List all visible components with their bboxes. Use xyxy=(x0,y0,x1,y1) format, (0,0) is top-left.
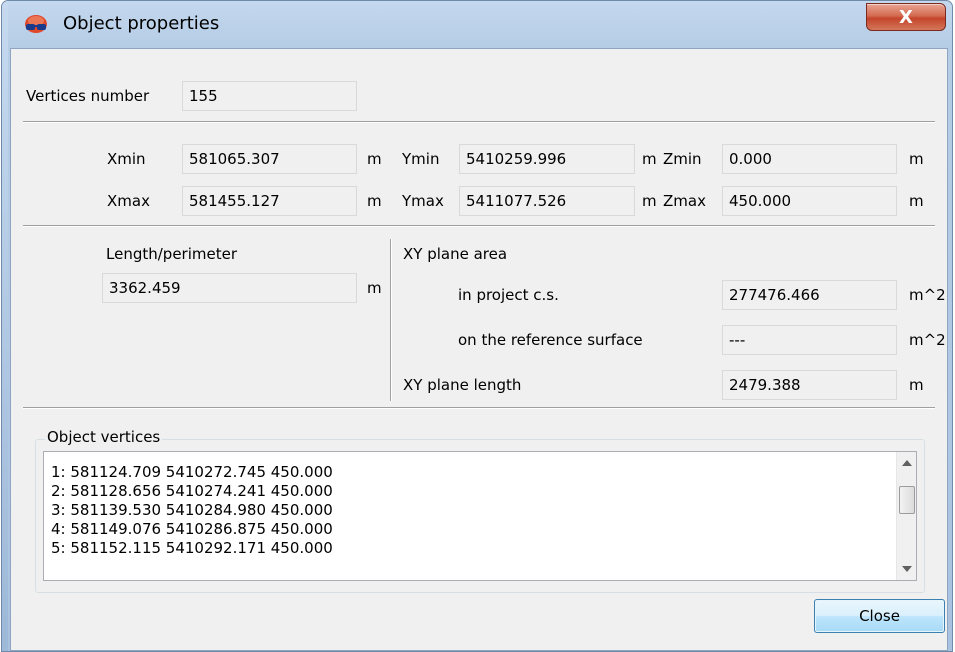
zmin-label: Zmin xyxy=(663,150,702,168)
dialog-content: Vertices number 155 Xmin 581065.307 m Ym… xyxy=(10,48,948,651)
xmin-label: Xmin xyxy=(107,150,146,168)
list-item[interactable]: 5: 581152.115 5410292.171 450.000 xyxy=(51,539,333,557)
vertices-number-label: Vertices number xyxy=(26,87,150,105)
window-title: Object properties xyxy=(63,13,220,34)
xy-plane-area-label: XY plane area xyxy=(403,245,508,263)
ymax-unit: m xyxy=(642,192,657,210)
vertices-number-field: 155 xyxy=(182,81,357,111)
vertices-number-value: 155 xyxy=(189,87,218,105)
zmax-value: 450.000 xyxy=(729,192,792,210)
ymax-value: 5411077.526 xyxy=(466,192,567,210)
list-item[interactable]: 1: 581124.709 5410272.745 450.000 xyxy=(51,463,333,481)
list-item[interactable]: 3: 581139.530 5410284.980 450.000 xyxy=(51,501,333,519)
zmin-field: 0.000 xyxy=(722,144,897,174)
xmax-value: 581455.127 xyxy=(189,192,280,210)
scrollbar-thumb[interactable] xyxy=(899,486,915,514)
project-cs-area-unit: m^2 xyxy=(909,286,946,304)
reference-surface-label: on the reference surface xyxy=(458,331,643,349)
scroll-up-arrow-icon[interactable] xyxy=(902,460,912,466)
close-button-label: Close xyxy=(859,607,900,625)
separator xyxy=(23,121,935,123)
zmax-label: Zmax xyxy=(663,192,706,210)
reference-surface-area-unit: m^2 xyxy=(909,331,946,349)
list-item[interactable]: 4: 581149.076 5410286.875 450.000 xyxy=(51,520,333,538)
xy-plane-length-label: XY plane length xyxy=(403,376,522,394)
length-perimeter-unit: m xyxy=(367,279,382,297)
xy-plane-length-field: 2479.388 xyxy=(722,370,897,400)
scroll-down-arrow-icon[interactable] xyxy=(902,566,912,572)
vertical-separator xyxy=(390,239,392,401)
zmax-field: 450.000 xyxy=(722,186,897,216)
project-cs-area-field: 277476.466 xyxy=(722,280,897,310)
ymin-unit: m xyxy=(642,150,657,168)
ymin-value: 5410259.996 xyxy=(466,150,567,168)
vertical-scrollbar[interactable] xyxy=(896,452,916,580)
project-cs-area-value: 277476.466 xyxy=(729,286,820,304)
zmax-unit: m xyxy=(909,192,924,210)
reference-surface-area-value: --- xyxy=(729,331,746,349)
title-bar[interactable]: Object properties X xyxy=(2,1,952,49)
length-perimeter-label: Length/perimeter xyxy=(106,245,237,263)
xmax-field: 581455.127 xyxy=(182,186,357,216)
zmin-unit: m xyxy=(909,150,924,168)
xmax-label: Xmax xyxy=(107,192,150,210)
length-perimeter-field: 3362.459 xyxy=(102,273,357,303)
xmin-value: 581065.307 xyxy=(189,150,280,168)
window-border xyxy=(2,1,8,651)
ymin-label: Ymin xyxy=(402,150,440,168)
close-icon: X xyxy=(899,6,913,28)
xmax-unit: m xyxy=(367,192,382,210)
xy-plane-length-value: 2479.388 xyxy=(729,376,801,394)
project-cs-label: in project c.s. xyxy=(458,286,559,304)
list-item[interactable]: 2: 581128.656 5410274.241 450.000 xyxy=(51,482,333,500)
ymax-label: Ymax xyxy=(402,192,444,210)
ymax-field: 5411077.526 xyxy=(459,186,635,216)
3d-glasses-icon xyxy=(25,15,47,33)
xmin-field: 581065.307 xyxy=(182,144,357,174)
close-button[interactable]: Close xyxy=(814,599,945,633)
separator xyxy=(23,225,935,227)
reference-surface-area-field: --- xyxy=(722,325,897,355)
length-perimeter-value: 3362.459 xyxy=(109,279,181,297)
separator xyxy=(23,407,935,409)
zmin-value: 0.000 xyxy=(729,150,772,168)
xmin-unit: m xyxy=(367,150,382,168)
object-vertices-list[interactable]: 1: 581124.709 5410272.745 450.000 2: 581… xyxy=(43,451,917,581)
xy-plane-length-unit: m xyxy=(909,376,924,394)
object-properties-dialog: Object properties X Vertices number 155 … xyxy=(1,0,953,652)
window-close-button[interactable]: X xyxy=(866,3,946,31)
object-vertices-title: Object vertices xyxy=(45,428,163,446)
ymin-field: 5410259.996 xyxy=(459,144,635,174)
